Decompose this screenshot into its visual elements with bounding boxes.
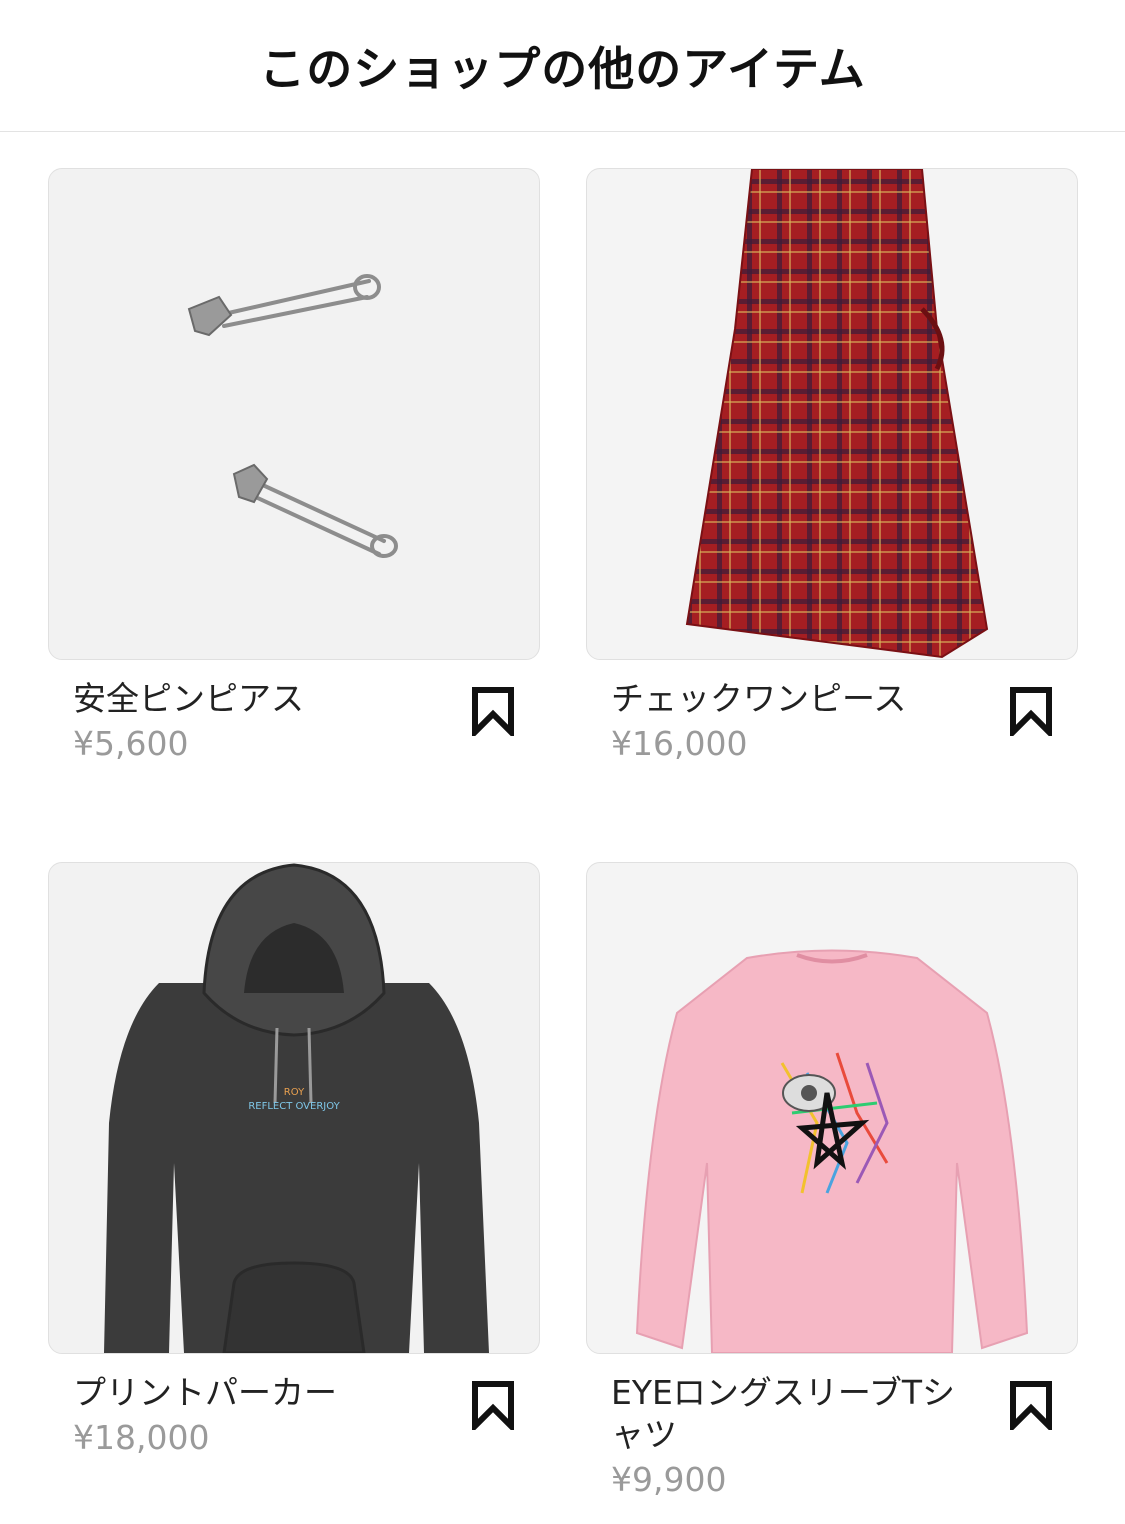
- hoodie-image: ROY REFLECT OVERJOY: [104, 863, 489, 1353]
- page-header: このショップの他のアイテム: [0, 0, 1125, 132]
- bookmark-icon[interactable]: [470, 686, 516, 736]
- product-card[interactable]: チェックワンピース ¥16,000: [586, 168, 1078, 766]
- pink-tee-image: [635, 949, 1029, 1353]
- product-image[interactable]: [48, 168, 540, 660]
- hoodie-print-line1: ROY: [284, 1087, 305, 1098]
- product-price: ¥16,000: [611, 724, 748, 763]
- product-name: EYEロングスリーブTシャツ: [611, 1373, 956, 1454]
- hoodie-print-line2: REFLECT OVERJOY: [248, 1101, 340, 1112]
- plaid-dress-image: [685, 169, 989, 659]
- product-card[interactable]: EYEロングスリーブTシャツ ¥9,900: [586, 862, 1078, 1502]
- bookmark-icon[interactable]: [1008, 686, 1054, 736]
- product-price: ¥18,000: [73, 1418, 210, 1457]
- product-price: ¥5,600: [73, 724, 189, 763]
- product-price: ¥9,900: [611, 1460, 727, 1499]
- safety-pin-image: [187, 274, 398, 558]
- product-image[interactable]: [586, 862, 1078, 1354]
- product-card[interactable]: ROY REFLECT OVERJOY プリントパーカー ¥18,000: [48, 862, 540, 1460]
- product-name: 安全ピンピアス: [73, 679, 304, 718]
- product-name: プリントパーカー: [73, 1373, 337, 1412]
- bookmark-icon[interactable]: [1008, 1380, 1054, 1430]
- page-title: このショップの他のアイテム: [259, 41, 866, 96]
- product-name: チェックワンピース: [611, 679, 907, 718]
- bookmark-icon[interactable]: [470, 1380, 516, 1430]
- product-card[interactable]: 安全ピンピアス ¥5,600: [48, 168, 540, 766]
- product-image[interactable]: [586, 168, 1078, 660]
- product-image[interactable]: ROY REFLECT OVERJOY: [48, 862, 540, 1354]
